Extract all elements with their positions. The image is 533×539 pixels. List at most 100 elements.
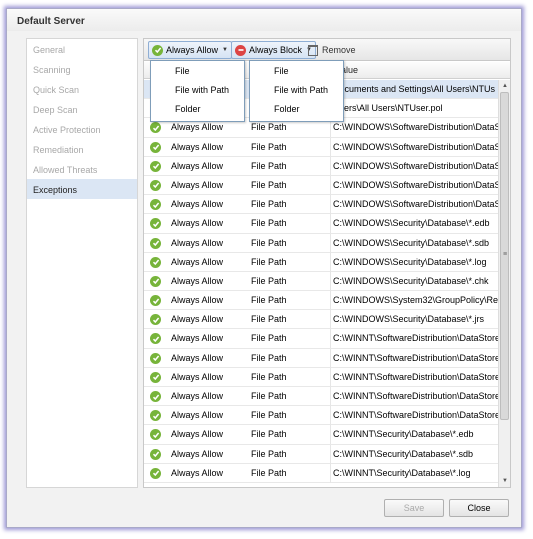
sidebar-item-scanning[interactable]: Scanning [27, 59, 137, 79]
settings-dialog: Default Server General Scanning Quick Sc… [6, 8, 522, 528]
table-row[interactable]: Always Allow File Path C:\WINNT\Security\D… [144, 444, 499, 464]
action-cell: Always Allow [171, 410, 224, 421]
action-cell: Always Allow [171, 352, 224, 363]
value-cell: C:\WINDOWS\System32\GroupPolicy\Regis [330, 291, 499, 311]
scroll-up-icon[interactable]: ▲ [499, 80, 510, 92]
check-circle-icon [150, 141, 161, 153]
action-cell: Always Allow [171, 179, 224, 190]
type-cell: File Path [251, 141, 287, 152]
table-row[interactable]: Always Allow File Path C:\WINNT\SoftwareDi… [144, 329, 499, 349]
value-cell: C:\WINDOWS\Security\Database\*.chk [330, 271, 499, 291]
close-button[interactable]: Close [449, 499, 509, 517]
table-row[interactable]: Always Allow File Path C:\WINDOWS\Software… [144, 175, 499, 196]
check-circle-icon [150, 448, 161, 460]
check-circle-icon [150, 256, 161, 268]
check-circle-icon [150, 275, 161, 287]
action-cell: Always Allow [171, 256, 224, 267]
table-row[interactable]: Always Allow File Path C:\WINDOWS\System32… [144, 291, 499, 311]
type-cell: File Path [251, 218, 287, 229]
sidebar-item-remediation[interactable]: Remediation [27, 139, 137, 159]
check-circle-icon [150, 410, 161, 422]
type-cell: File Path [251, 122, 287, 133]
table-row[interactable]: Always Allow File Path C:\WINDOWS\Software… [144, 137, 499, 157]
value-cell: Users\All Users\NTUser.pol [330, 99, 499, 119]
always-allow-button[interactable]: Always Allow ▼ [148, 41, 232, 59]
exceptions-toolbar: Always Allow ▼ Always Block ▼ Remove [144, 39, 510, 61]
table-row[interactable]: Always Allow File Path C:\WINDOWS\Security… [144, 310, 499, 330]
action-cell: Always Allow [171, 141, 224, 152]
value-cell: C:\WINNT\SoftwareDistribution\DataStore\ [330, 367, 499, 387]
save-button[interactable]: Save [384, 499, 444, 517]
always-block-button[interactable]: Always Block ▼ [231, 41, 316, 59]
block-dropdown-menu: File File with Path Folder [249, 60, 344, 122]
action-cell: Always Allow [171, 314, 224, 325]
table-row[interactable]: Always Allow File Path C:\WINDOWS\Security… [144, 214, 499, 234]
table-row[interactable]: Always Allow File Path C:\WINNT\Security\D… [144, 463, 499, 483]
table-row[interactable]: Always Allow File Path C:\WINDOWS\Software… [144, 156, 499, 176]
table-row[interactable]: Always Allow File Path C:\WINNT\SoftwareDi… [144, 406, 499, 426]
check-circle-icon [150, 314, 161, 326]
value-cell: C:\WINDOWS\Security\Database\*.jrs [330, 310, 499, 330]
check-circle-icon [150, 391, 161, 402]
exceptions-panel: Always Allow ▼ Always Block ▼ Remove alu… [143, 38, 511, 488]
value-cell: C:\WINNT\SoftwareDistribution\DataStore\ [330, 329, 499, 349]
check-circle-icon [150, 122, 161, 134]
action-cell: Always Allow [171, 371, 224, 382]
value-cell: C:\WINDOWS\Security\Database\*.log [330, 252, 499, 272]
allow-dropdown-menu: File File with Path Folder [150, 60, 245, 122]
action-cell: Always Allow [171, 199, 224, 210]
block-menu-item-folder[interactable]: Folder [250, 99, 343, 118]
value-cell: C:\WINDOWS\SoftwareDistribution\DataSto [330, 118, 499, 138]
action-cell: Always Allow [171, 333, 224, 344]
chevron-down-icon: ▼ [222, 47, 228, 53]
check-circle-icon [150, 333, 161, 345]
table-row[interactable]: Always Allow File Path C:\WINDOWS\Software… [144, 195, 499, 215]
type-cell: File Path [251, 371, 287, 382]
sidebar-item-active-protection[interactable]: Active Protection [27, 119, 137, 139]
vertical-scrollbar[interactable]: ▲ ≡ ▼ [498, 80, 510, 487]
allow-menu-item-folder[interactable]: Folder [151, 99, 244, 118]
block-menu-item-file-with-path[interactable]: File with Path [250, 80, 343, 99]
trash-icon [308, 44, 318, 56]
type-cell: File Path [251, 179, 287, 190]
sidebar-item-general[interactable]: General [27, 39, 137, 59]
action-cell: Always Allow [171, 275, 224, 286]
check-circle-icon [150, 160, 161, 172]
table-row[interactable]: Always Allow File Path C:\WINDOWS\Security… [144, 271, 499, 292]
exceptions-table: Documents and Settings\All Users\NTUs Use… [144, 80, 499, 483]
type-cell: File Path [251, 448, 287, 459]
type-cell: File Path [251, 275, 287, 286]
table-row[interactable]: Always Allow File Path C:\WINDOWS\Security… [144, 252, 499, 272]
table-row[interactable]: Always Allow File Path C:\WINNT\SoftwareDi… [144, 367, 499, 387]
sidebar-item-allowed-threats[interactable]: Allowed Threats [27, 159, 137, 179]
sidebar-item-exceptions[interactable]: Exceptions [27, 179, 137, 199]
action-cell: Always Allow [171, 218, 224, 229]
type-cell: File Path [251, 429, 287, 440]
action-cell: Always Allow [171, 160, 224, 171]
table-row[interactable]: Always Allow File Path C:\WINNT\Security\D… [144, 425, 499, 445]
value-cell: C:\WINDOWS\SoftwareDistribution\DataSto [330, 137, 499, 157]
table-row[interactable]: Always Allow File Path C:\WINDOWS\Security… [144, 233, 499, 253]
value-cell: C:\WINNT\Security\Database\*.log [330, 463, 499, 483]
remove-button[interactable]: Remove [308, 42, 356, 58]
value-cell: C:\WINNT\Security\Database\*.sdb [330, 444, 499, 464]
type-cell: File Path [251, 160, 287, 171]
allow-menu-item-file[interactable]: File [151, 61, 244, 80]
scroll-down-icon[interactable]: ▼ [499, 475, 510, 487]
sidebar-item-deep-scan[interactable]: Deep Scan [27, 99, 137, 119]
table-row[interactable]: Always Allow File Path C:\WINNT\SoftwareDi… [144, 387, 499, 407]
remove-label: Remove [322, 45, 356, 55]
value-cell: C:\WINNT\Security\Database\*.edb [330, 425, 499, 445]
type-cell: File Path [251, 295, 287, 306]
table-row[interactable]: Always Allow File Path C:\WINNT\SoftwareDi… [144, 348, 499, 368]
sidebar-item-quick-scan[interactable]: Quick Scan [27, 79, 137, 99]
block-menu-item-file[interactable]: File [250, 61, 343, 80]
action-cell: Always Allow [171, 467, 224, 478]
scroll-thumb[interactable]: ≡ [500, 92, 509, 420]
check-circle-icon [150, 199, 161, 211]
allow-menu-item-file-with-path[interactable]: File with Path [151, 80, 244, 99]
always-allow-label: Always Allow [166, 45, 219, 55]
type-cell: File Path [251, 410, 287, 421]
check-circle-icon [152, 44, 163, 56]
check-circle-icon [150, 352, 161, 364]
